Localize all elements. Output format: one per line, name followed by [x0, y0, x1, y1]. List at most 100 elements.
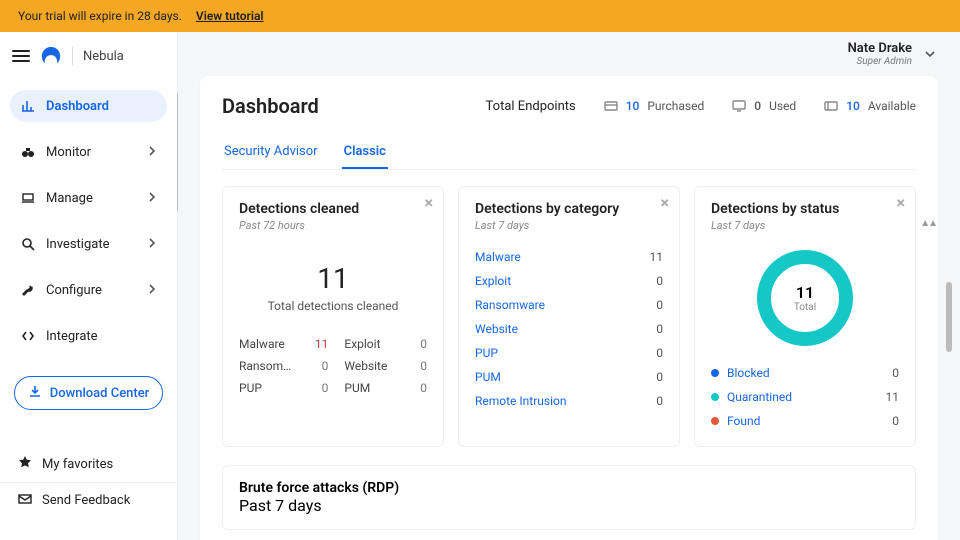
- cleaned-breakdown: Malware11 Exploit0 Ransomw…0 Website0 PU…: [239, 337, 427, 395]
- widget-detections-cleaned: × Detections cleaned Past 72 hours 11 To…: [222, 186, 444, 447]
- legend-dot: [711, 417, 719, 425]
- ticket-icon: [824, 99, 838, 113]
- sidebar-item-label: Monitor: [46, 145, 91, 160]
- page-title: Dashboard: [222, 94, 319, 118]
- code-icon: [20, 328, 36, 344]
- monitor-icon: [732, 99, 746, 113]
- dashboard-header: Dashboard Total Endpoints 10 Purchased 0…: [222, 94, 916, 118]
- user-name: Nate Drake: [848, 41, 912, 56]
- widget-title: Detections cleaned: [239, 201, 427, 217]
- sidebar-item-favorites[interactable]: My favorites: [0, 450, 177, 478]
- trial-banner: Your trial will expire in 28 days. View …: [0, 0, 960, 32]
- status-value: 0: [892, 366, 899, 380]
- sidebar-item-label: Integrate: [46, 329, 98, 344]
- status-row: Found 0: [711, 414, 899, 428]
- cell-val: 0: [315, 359, 329, 373]
- status-link[interactable]: Blocked: [727, 366, 770, 380]
- widget-detections-category: × Detections by category Last 7 days Mal…: [458, 186, 680, 447]
- tab-classic[interactable]: Classic: [342, 136, 388, 169]
- chevron-right-icon: [147, 237, 157, 252]
- cell-val: 0: [420, 359, 427, 373]
- category-value: 0: [656, 322, 663, 336]
- sidebar-item-label: Dashboard: [46, 99, 109, 114]
- total-number: 11: [239, 262, 427, 295]
- category-link[interactable]: PUM: [475, 370, 501, 384]
- endpoint-stats: Total Endpoints 10 Purchased 0 Used 10: [486, 99, 916, 114]
- close-icon[interactable]: ×: [897, 193, 906, 212]
- cell-key: Website: [344, 359, 404, 373]
- binoculars-icon: [20, 144, 36, 160]
- legend-dot: [711, 393, 719, 401]
- category-link[interactable]: Website: [475, 322, 518, 336]
- main-scrollbar[interactable]: [946, 282, 952, 352]
- endpoints-label: Total Endpoints: [486, 99, 576, 114]
- category-row: Malware11: [475, 250, 663, 264]
- wrench-icon: [20, 282, 36, 298]
- brand-bar: Nebula: [0, 32, 177, 80]
- stat-used: 0 Used: [732, 99, 796, 113]
- stat-available: 10 Available: [824, 99, 916, 113]
- favorites-label: My favorites: [42, 457, 113, 472]
- donut-total: 11: [796, 283, 814, 302]
- category-link[interactable]: Malware: [475, 250, 521, 264]
- sidebar: Nebula Dashboard Monitor Manage Investig…: [0, 32, 178, 540]
- cell-val: 0: [420, 337, 427, 351]
- category-row: Website 0: [475, 322, 663, 336]
- dashboard-card: Dashboard Total Endpoints 10 Purchased 0…: [200, 76, 938, 540]
- widget-subtitle: Last 7 days: [475, 219, 663, 232]
- view-tutorial-link[interactable]: View tutorial: [196, 9, 264, 23]
- total-block: 11 Total detections cleaned: [239, 262, 427, 313]
- status-link[interactable]: Found: [727, 414, 760, 428]
- category-row: Remote Intrusion0: [475, 394, 663, 408]
- status-value: 0: [892, 414, 899, 428]
- category-row: Exploit0: [475, 274, 663, 288]
- user-menu[interactable]: Nate Drake Super Admin: [848, 41, 912, 67]
- sidebar-item-label: Investigate: [46, 237, 109, 252]
- search-icon: [20, 236, 36, 252]
- mail-icon: [18, 492, 32, 510]
- stat-purchased: 10 Purchased: [604, 99, 705, 113]
- status-row: Blocked 0: [711, 366, 899, 380]
- sidebar-item-configure[interactable]: Configure: [10, 274, 167, 306]
- download-center-button[interactable]: Download Center: [14, 376, 163, 410]
- category-row: Ransomware 0: [475, 298, 663, 312]
- total-caption: Total detections cleaned: [239, 299, 427, 313]
- menu-toggle-button[interactable]: [12, 50, 30, 62]
- feedback-label: Send Feedback: [42, 493, 130, 508]
- close-icon[interactable]: ×: [425, 193, 434, 212]
- category-link[interactable]: Remote Intrusion: [475, 394, 566, 408]
- category-list: Malware11 Exploit0 Ransomware0 Website0 …: [475, 250, 663, 408]
- chevron-down-icon[interactable]: [924, 45, 936, 64]
- stat-label: Used: [769, 99, 796, 113]
- chevron-right-icon: [147, 191, 157, 206]
- cell-val: 0: [420, 381, 427, 395]
- sidebar-item-monitor[interactable]: Monitor: [10, 136, 167, 168]
- collapse-arrows-icon[interactable]: ▲▲: [920, 218, 936, 229]
- card-icon: [604, 99, 618, 113]
- sidebar-item-manage[interactable]: Manage: [10, 182, 167, 214]
- bar-chart-icon: [20, 98, 36, 114]
- sidebar-item-dashboard[interactable]: Dashboard: [10, 90, 167, 122]
- category-link[interactable]: Ransomware: [475, 298, 545, 312]
- status-link[interactable]: Quarantined: [727, 390, 792, 404]
- download-center-label: Download Center: [50, 386, 150, 401]
- category-value: 0: [656, 298, 663, 312]
- status-legend: Blocked0 Quarantined11 Found0: [711, 366, 899, 428]
- donut-ring: 11 Total: [757, 250, 853, 346]
- sidebar-item-feedback[interactable]: Send Feedback: [0, 482, 177, 518]
- brand-name: Nebula: [83, 49, 124, 64]
- cell-val: 11: [315, 337, 329, 351]
- tab-security-advisor[interactable]: Security Advisor: [222, 136, 320, 169]
- cell-key: PUM: [344, 381, 404, 395]
- donut-caption: Total: [794, 302, 816, 313]
- cell-val: 0: [315, 381, 329, 395]
- sidebar-item-integrate[interactable]: Integrate: [10, 320, 167, 352]
- chevron-right-icon: [147, 145, 157, 160]
- category-link[interactable]: Exploit: [475, 274, 511, 288]
- close-icon[interactable]: ×: [661, 193, 670, 212]
- brand-divider: [72, 47, 73, 65]
- sidebar-item-investigate[interactable]: Investigate: [10, 228, 167, 260]
- category-link[interactable]: PUP: [475, 346, 498, 360]
- cell-key: Exploit: [344, 337, 404, 351]
- stat-count: 0: [754, 99, 761, 113]
